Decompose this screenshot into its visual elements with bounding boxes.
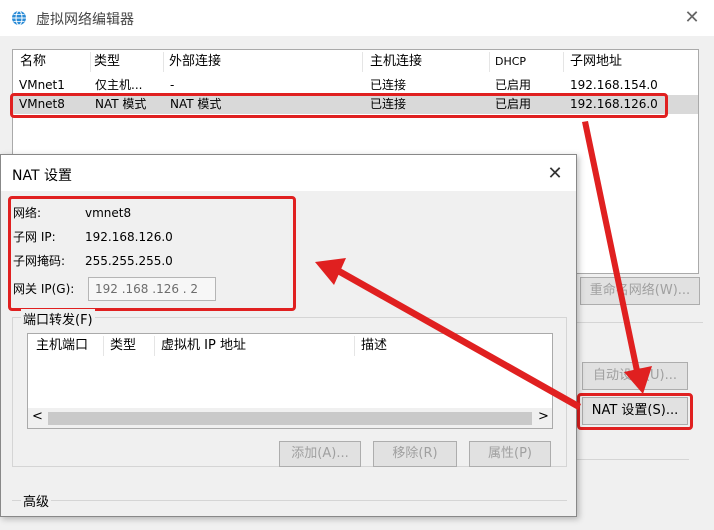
close-icon[interactable]: ✕ [682,8,702,28]
col-header-host-port[interactable]: 主机端口 [36,335,88,357]
row-cell: - [170,78,175,92]
advanced-legend: 高级 [21,491,52,510]
column-divider [90,52,91,72]
col-header-type[interactable]: 类型 [94,51,120,73]
auto-settings-button[interactable]: 自动设置(U)... [582,362,688,390]
group-divider [577,322,703,323]
column-divider [154,336,155,356]
col-header-external[interactable]: 外部连接 [169,51,221,73]
row-cell: 已连接 [370,78,407,92]
column-divider [163,52,164,72]
properties-button[interactable]: 属性(P) [469,441,551,467]
dialog-title: NAT 设置 [12,168,72,184]
row-cell: 192.168.154.0 [570,78,658,92]
row-cell: 仅主机... [95,78,143,92]
col-header-dhcp[interactable]: DHCP [495,51,526,73]
col-header-host[interactable]: 主机连接 [370,51,422,73]
col-header-subnet[interactable]: 子网地址 [570,51,622,73]
col-header-vm-ip[interactable]: 虚拟机 IP 地址 [161,335,246,357]
scroll-right-icon[interactable]: > [538,409,549,424]
nat-info-highlight [8,196,296,311]
remove-button[interactable]: 移除(R) [373,441,457,467]
vmnet8-row-highlight [10,93,668,118]
scrollbar-thumb[interactable] [48,412,532,425]
port-forwarding-table: 主机端口 类型 虚拟机 IP 地址 描述 < > [27,333,553,429]
column-divider [563,52,564,72]
column-divider [103,336,104,356]
globe-network-icon [12,10,26,26]
column-divider [362,52,363,72]
col-header-description[interactable]: 描述 [361,335,387,357]
nat-settings-dialog: NAT 设置 ✕ 网络: vmnet8 子网 IP: 192.168.126.0… [0,154,577,517]
close-icon[interactable]: ✕ [544,163,566,185]
group-divider [577,459,689,460]
port-forwarding-legend: 端口转发(F) [21,309,95,328]
add-button[interactable]: 添加(A)... [279,441,361,467]
advanced-group [12,500,567,530]
scroll-left-icon[interactable]: < [32,409,43,424]
row-cell: VMnet1 [19,78,65,92]
nat-settings-highlight [577,393,693,430]
column-divider [489,52,490,72]
nat-titlebar: NAT 设置 ✕ [1,155,576,191]
col-header-name[interactable]: 名称 [20,51,46,73]
main-titlebar: 虚拟网络编辑器 ✕ [0,0,714,36]
rename-network-button[interactable]: 重命名网络(W)... [580,277,700,305]
column-divider [354,336,355,356]
horizontal-scrollbar[interactable]: < > [28,408,552,428]
window-title: 虚拟网络编辑器 [36,12,134,28]
col-header-type[interactable]: 类型 [110,335,136,357]
row-cell: 已启用 [495,78,532,92]
